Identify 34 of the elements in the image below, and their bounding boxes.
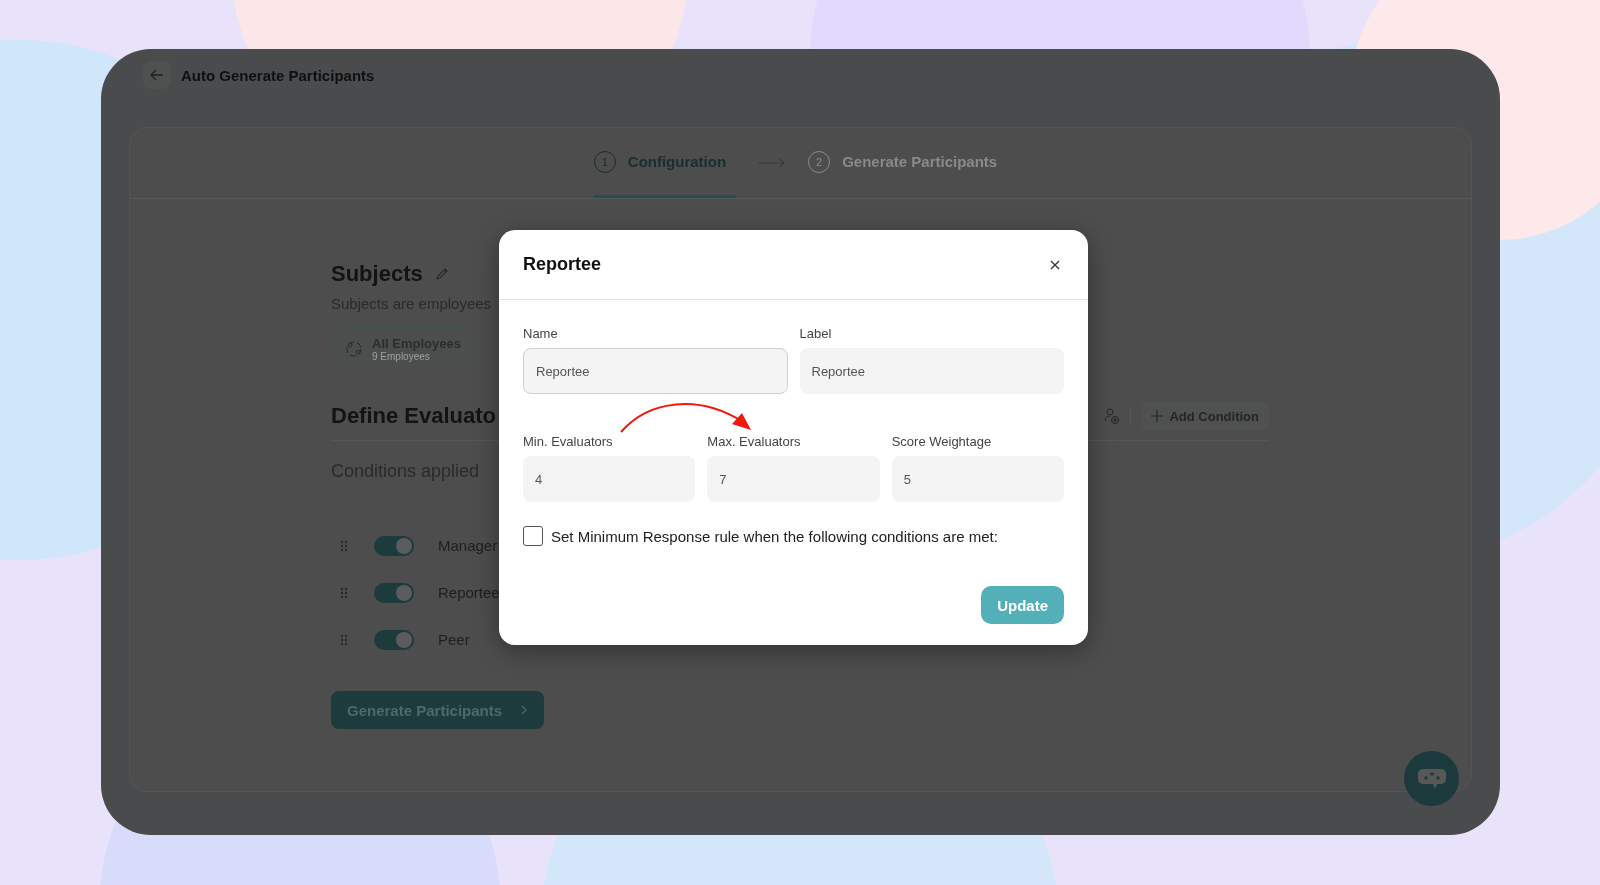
chevron-right-icon — [520, 705, 529, 715]
drag-handle-icon[interactable] — [340, 633, 348, 646]
input-field[interactable]: 4 — [523, 456, 696, 502]
page-title: Auto Generate Participants — [181, 66, 375, 84]
step-tab[interactable]: 2 Generate Participants — [808, 128, 1008, 198]
chat-bubble-icon — [1416, 766, 1447, 791]
field-label: Max. Evaluators — [707, 434, 802, 449]
people-icon — [344, 339, 364, 359]
checkbox[interactable] — [523, 526, 543, 546]
back-button[interactable] — [143, 61, 171, 89]
plus-icon — [1151, 410, 1164, 422]
input-field[interactable]: Reportee — [523, 348, 788, 394]
section-title: Subjects — [331, 261, 423, 287]
field-label: Score Weightage — [891, 434, 993, 449]
drag-handle-icon[interactable] — [340, 586, 348, 599]
close-icon — [1050, 259, 1060, 270]
drag-handle-icon[interactable] — [340, 539, 348, 552]
update-button[interactable]: Update — [981, 586, 1064, 624]
toggle-switch[interactable] — [374, 535, 414, 556]
toggle-switch[interactable] — [374, 582, 414, 603]
pencil-icon[interactable] — [434, 267, 449, 281]
input-field[interactable]: Reportee — [799, 348, 1064, 394]
section-title: Define Evaluato — [331, 403, 497, 429]
back-arrow-icon — [150, 69, 164, 81]
checkbox-label: Set Minimum Response rule when the following conditions are met: — [551, 527, 998, 545]
field-label: Label — [799, 326, 833, 341]
field-label: Name — [523, 326, 559, 341]
person-add-icon[interactable] — [1104, 407, 1121, 425]
chip-subtitle: 9 Employees — [372, 351, 430, 362]
toggle-switch[interactable] — [374, 629, 414, 650]
input-field[interactable]: 7 — [707, 456, 880, 502]
dialog-title: Reportee — [523, 254, 602, 275]
field-label: Min. Evaluators — [523, 434, 614, 449]
input-field[interactable]: 5 — [891, 456, 1064, 502]
